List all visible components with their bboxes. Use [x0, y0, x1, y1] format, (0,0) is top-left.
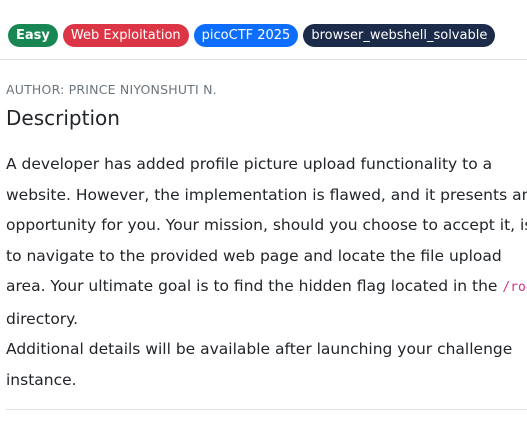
additional-details-paragraph: Additional details will be available aft…: [6, 340, 513, 389]
root-path-code: /root: [502, 280, 527, 295]
author-line: AUTHOR: PRINCE NIYONSHUTI N.: [6, 82, 217, 97]
description-heading: Description: [6, 106, 120, 130]
top-divider: [0, 59, 527, 60]
difficulty-tag[interactable]: Easy: [8, 24, 58, 47]
challenge-page: Easy Web Exploitation picoCTF 2025 brows…: [0, 0, 527, 432]
description-paragraph: A developer has added profile picture up…: [6, 149, 527, 334]
webshell-tag[interactable]: browser_webshell_solvable: [303, 24, 496, 47]
tag-list: Easy Web Exploitation picoCTF 2025 brows…: [8, 24, 496, 47]
description-body: A developer has added profile picture up…: [6, 149, 527, 395]
description-text-end: directory.: [6, 309, 79, 328]
description-text: A developer has added profile picture up…: [6, 155, 527, 295]
category-tag[interactable]: Web Exploitation: [62, 24, 189, 47]
event-tag[interactable]: picoCTF 2025: [193, 24, 299, 47]
bottom-divider: [6, 409, 527, 410]
